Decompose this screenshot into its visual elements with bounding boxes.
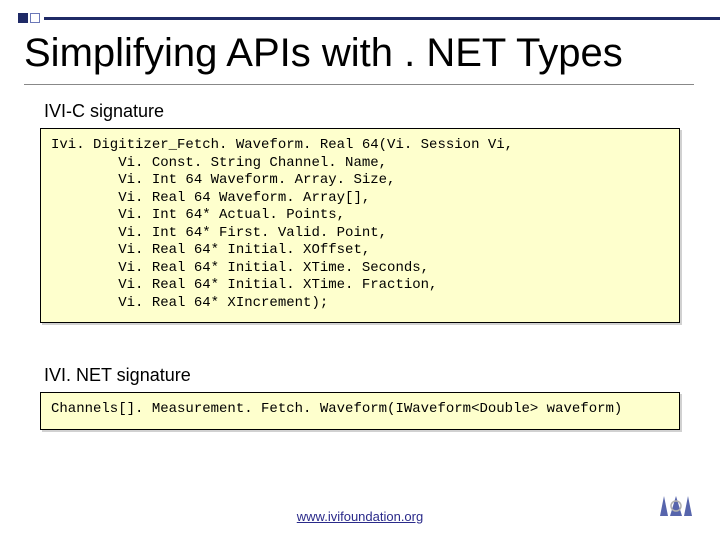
footer-link[interactable]: www.ivifoundation.org [0,509,720,524]
slide-title: Simplifying APIs with . NET Types [0,28,720,84]
section-ivinet-label: IVI. NET signature [0,363,720,392]
header-bullet-filled [18,13,28,23]
section-ivic-label: IVI-C signature [0,99,720,128]
code-ivic: Ivi. Digitizer_Fetch. Waveform. Real 64(… [40,128,680,323]
header-band [0,0,720,28]
slide: Simplifying APIs with . NET Types IVI-C … [0,0,720,540]
code-ivinet: Channels[]. Measurement. Fetch. Waveform… [40,392,680,430]
header-line [44,17,720,20]
title-underline [24,84,694,85]
header-bullet-outline [30,13,40,23]
ivi-logo-icon [658,492,694,520]
spacer [0,341,720,363]
